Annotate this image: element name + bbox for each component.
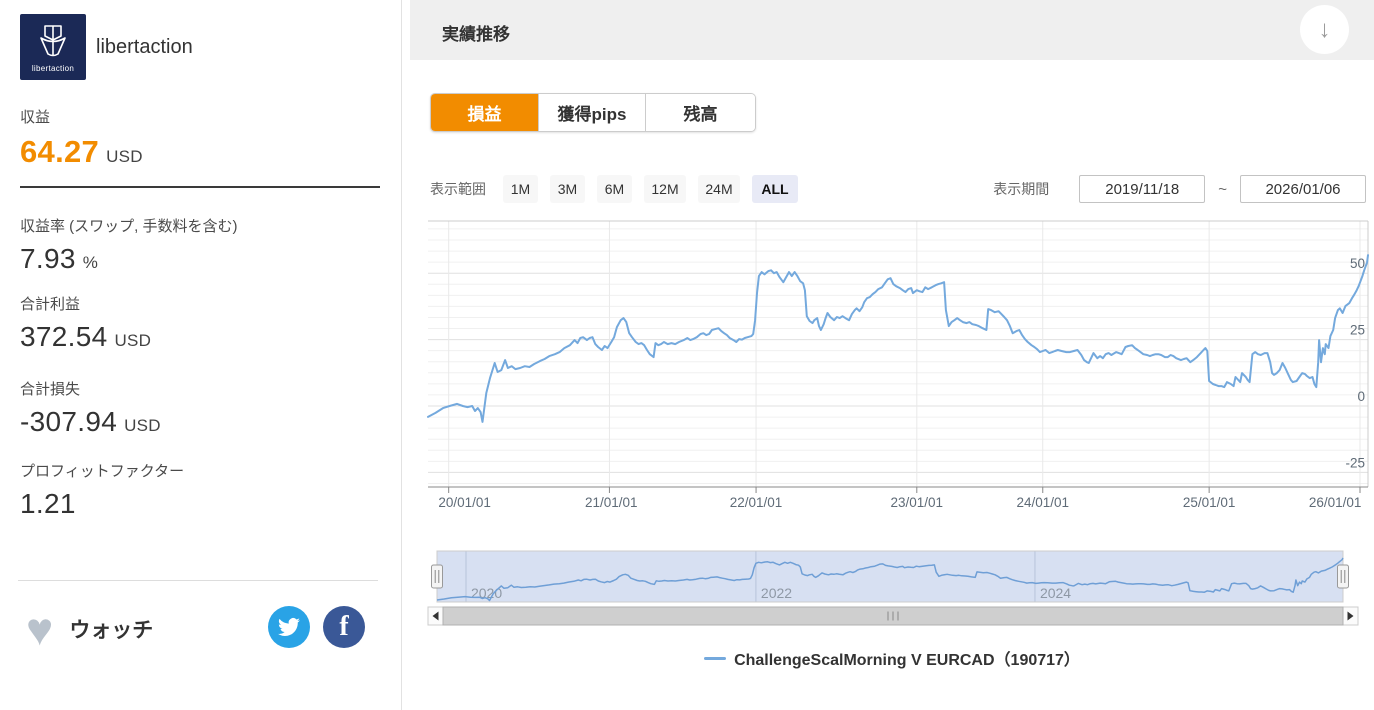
range-button-6m[interactable]: 6M	[597, 175, 632, 203]
download-button[interactable]: ↓	[1300, 5, 1349, 54]
stat-profit-rate: 収益率 (スワップ, 手数料を含む) 7.93%	[20, 215, 379, 275]
download-icon: ↓	[1318, 15, 1331, 43]
section-title: 実績推移	[442, 25, 510, 44]
date-from-input[interactable]	[1079, 175, 1206, 203]
main-panel: 実績推移 ↓ 損益 獲得pips 残高 表示範囲 1M 3M 6M 12M 24…	[410, 0, 1374, 710]
stat-label: 合計損失	[20, 381, 81, 398]
stat-profit: 収益 64.27 USD	[20, 106, 379, 170]
tab-earned-pips[interactable]: 獲得pips	[538, 94, 645, 131]
navigator-year-label: 2024	[1040, 585, 1071, 601]
x-axis-label: 20/01/01	[438, 495, 491, 510]
x-axis-label: 24/01/01	[1016, 495, 1069, 510]
twitter-share-button[interactable]	[268, 606, 310, 648]
stat-label: 合計利益	[20, 296, 81, 313]
strategy-name: libertaction	[96, 36, 193, 58]
chart-type-tabs: 損益 獲得pips 残高	[430, 93, 756, 132]
stat-profit-factor: プロフィットファクター 1.21	[20, 460, 379, 520]
x-axis-label: 26/01/01	[1309, 495, 1362, 510]
stat-value: -307.94 USD	[20, 406, 161, 437]
section-header: 実績推移 ↓	[410, 0, 1374, 60]
tab-balance[interactable]: 残高	[645, 94, 755, 131]
twitter-icon	[278, 618, 300, 636]
heart-icon: ♥	[26, 603, 54, 655]
range-selector: 表示範囲 1M 3M 6M 12M 24M ALL	[430, 175, 810, 203]
navigator-year-label: 2022	[761, 585, 792, 601]
tab-profit-loss[interactable]: 損益	[431, 94, 538, 131]
stat-value: 64.27 USD	[20, 134, 143, 169]
navigator-chart: 2020 2022 2024	[427, 550, 1359, 626]
facebook-share-button[interactable]: f	[323, 606, 365, 648]
period-label: 表示期間	[993, 181, 1050, 197]
stat-unit: USD	[124, 416, 161, 435]
legend-item[interactable]: ChallengeScalMorning V EURCAD（190717）	[410, 646, 1374, 670]
stat-total-profit: 合計利益 372.54 USD	[20, 293, 379, 353]
stat-label: 収益	[20, 109, 51, 126]
range-button-12m[interactable]: 12M	[644, 175, 686, 203]
logo-word: libertaction	[31, 63, 75, 73]
navigator-right-handle[interactable]	[1337, 564, 1349, 589]
app-logo: libertaction	[20, 14, 86, 80]
stat-value: 7.93%	[20, 243, 99, 274]
x-axis-label: 23/01/01	[891, 495, 944, 510]
stat-total-loss: 合計損失 -307.94 USD	[20, 378, 379, 438]
x-axis-label: 25/01/01	[1183, 495, 1236, 510]
divider	[20, 186, 380, 188]
date-to-input[interactable]	[1240, 175, 1366, 203]
range-button-1m[interactable]: 1M	[503, 175, 538, 203]
x-axis-label: 22/01/01	[730, 495, 783, 510]
range-button-24m[interactable]: 24M	[698, 175, 740, 203]
stat-unit: USD	[106, 147, 143, 166]
stat-label: 収益率 (スワップ, 手数料を含む)	[20, 218, 238, 235]
legend-label: ChallengeScalMorning V EURCAD（190717）	[734, 652, 1080, 669]
main-chart: 20/01/01 21/01/01 22/01/01 23/01/01 24/01/01…	[427, 220, 1369, 510]
facebook-icon: f	[339, 611, 349, 642]
stat-label: プロフィットファクター	[20, 463, 185, 480]
navigator-range[interactable]	[437, 551, 1343, 602]
range-selector-label: 表示範囲	[430, 181, 486, 197]
divider	[18, 580, 378, 581]
stat-unit: %	[82, 253, 99, 272]
legend-line-icon	[704, 656, 727, 660]
range-button-all[interactable]: ALL	[752, 175, 798, 203]
watch-label: ウォッチ	[69, 619, 154, 642]
boat-icon	[40, 24, 66, 56]
period-selector: 表示期間 ~	[993, 175, 1366, 203]
stat-value: 372.54 USD	[20, 321, 152, 352]
navigator-left-handle[interactable]	[431, 564, 443, 589]
sidebar: libertaction libertaction 収益 64.27 USD 収益…	[0, 0, 402, 710]
period-separator: ~	[1218, 180, 1227, 198]
range-button-3m[interactable]: 3M	[550, 175, 585, 203]
x-axis-label: 21/01/01	[585, 495, 638, 510]
stat-value: 1.21	[20, 488, 76, 519]
chart-plot-area[interactable]	[428, 221, 1368, 487]
stat-unit: USD	[114, 331, 152, 350]
